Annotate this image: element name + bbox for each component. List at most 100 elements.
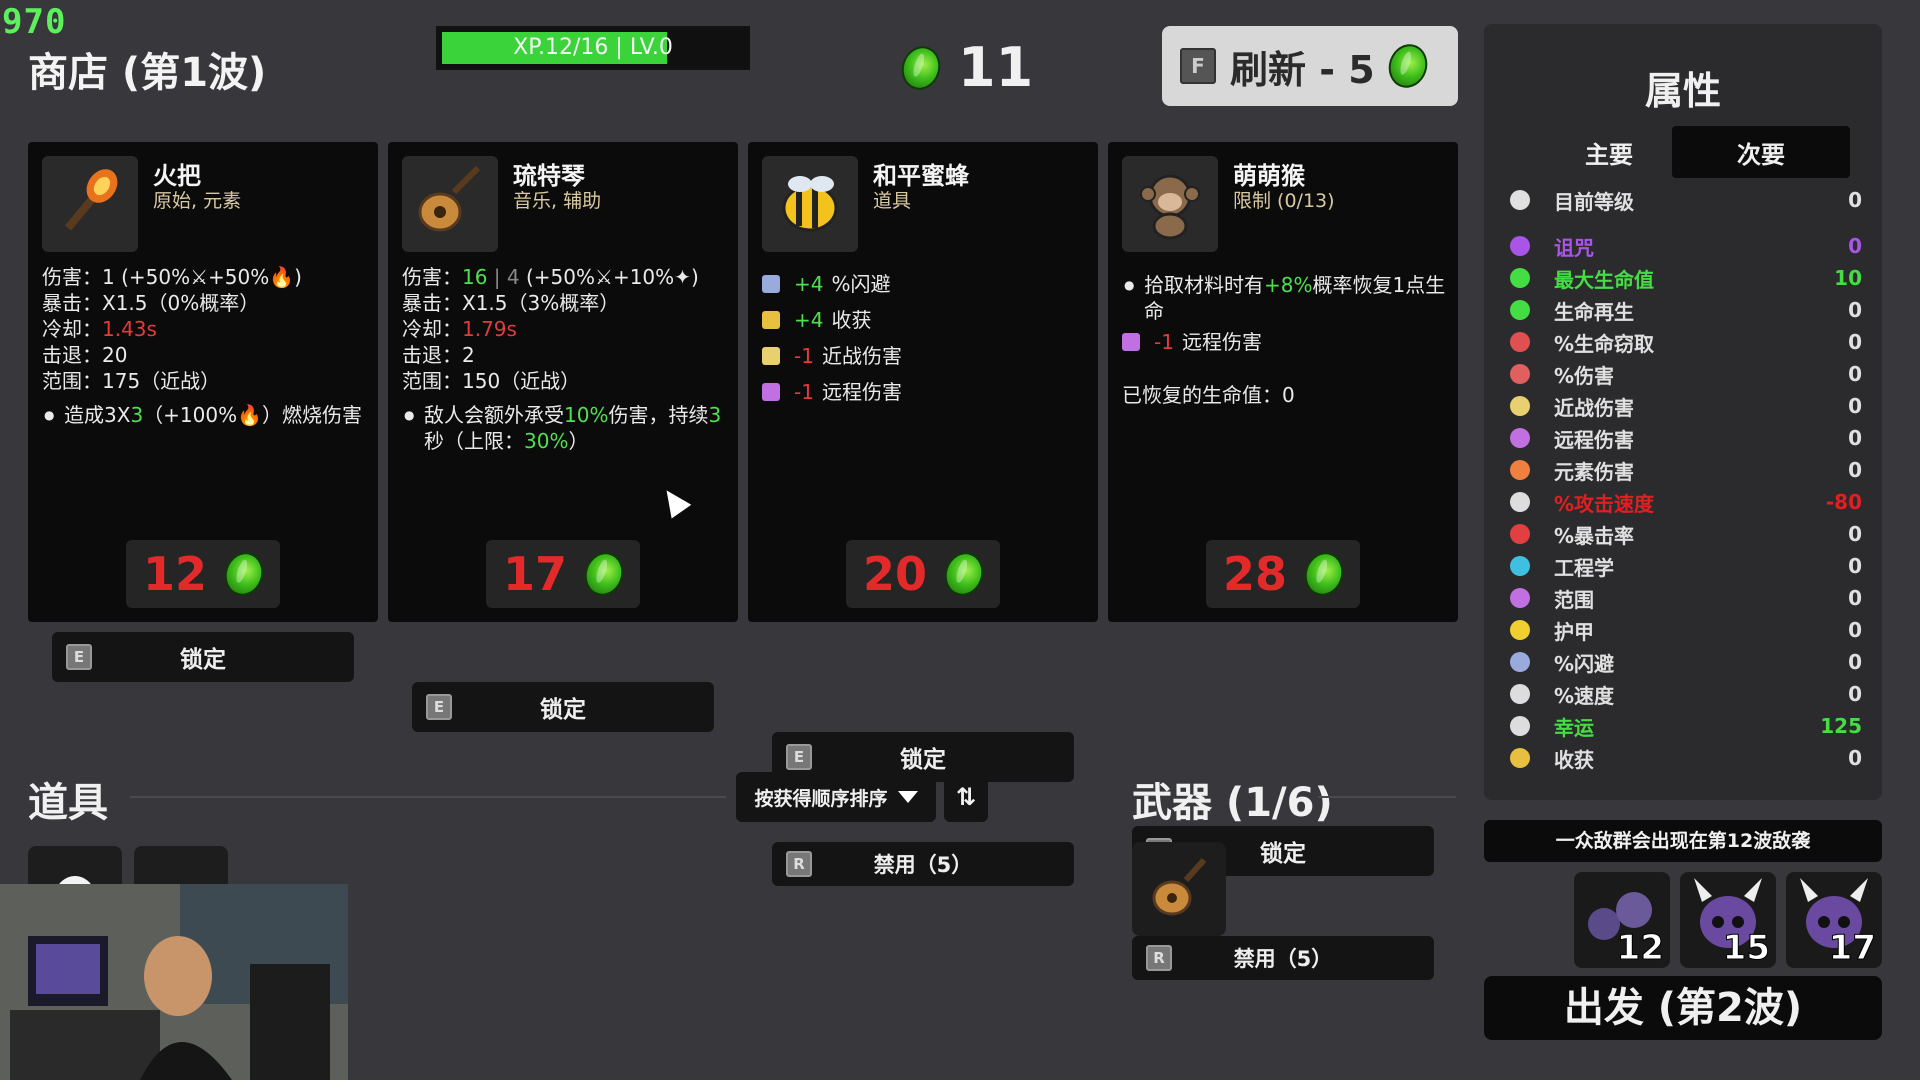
stat-key: 伤害： bbox=[42, 265, 102, 289]
lock-button[interactable]: E 锁定 bbox=[412, 682, 714, 732]
price-tag[interactable]: 28 bbox=[1206, 540, 1360, 608]
stat-label: 生命再生 bbox=[1554, 299, 1634, 324]
stat-label: %暴击率 bbox=[1554, 523, 1635, 548]
speed-icon bbox=[1506, 682, 1534, 706]
item-tags: 原始, 元素 bbox=[153, 190, 242, 212]
stat-row-17: 幸运 125 bbox=[1506, 710, 1862, 742]
text-segment: 造成3X bbox=[64, 403, 131, 427]
stat-label: 近战伤害 bbox=[1554, 395, 1634, 420]
price-value: 20 bbox=[862, 547, 927, 601]
weapon-slot[interactable] bbox=[1132, 842, 1226, 936]
stat-value: 10 bbox=[1834, 266, 1862, 290]
stat-label: %攻击速度 bbox=[1554, 491, 1655, 516]
sort-dropdown[interactable]: 按获得顺序排序 bbox=[736, 772, 936, 822]
engineering-icon bbox=[1506, 554, 1534, 578]
stat-key: 击退： bbox=[402, 343, 462, 367]
ban-button[interactable]: R 禁用（5） bbox=[772, 842, 1074, 886]
luck-icon bbox=[1506, 714, 1534, 738]
stat-value: 0 bbox=[1848, 234, 1862, 258]
harvest-icon bbox=[762, 311, 780, 329]
go-button[interactable]: 出发 (第2波) bbox=[1484, 976, 1882, 1040]
streamer-webcam-image bbox=[0, 884, 348, 1080]
text-segment: 2 bbox=[462, 343, 475, 367]
enemy-wave-number: 12 bbox=[1616, 928, 1664, 969]
lock-label: 锁定 bbox=[540, 697, 586, 723]
stat-value: 0 bbox=[1848, 362, 1862, 386]
stat-value: 125 bbox=[1820, 714, 1862, 738]
stat-key: 冷却： bbox=[42, 317, 102, 341]
stat-label: %速度 bbox=[1554, 683, 1615, 708]
text-segment: | bbox=[487, 265, 507, 289]
stat-value: 0 bbox=[1848, 458, 1862, 482]
ban-label: 禁用（5） bbox=[873, 853, 973, 877]
items-section-title: 道具 bbox=[28, 780, 108, 826]
stat-row-8: 远程伤害 0 bbox=[1506, 422, 1862, 454]
item-tags: 道具 bbox=[873, 190, 912, 212]
text-segment: ）燃烧伤害 bbox=[262, 403, 363, 427]
text-segment: 秒（上限： bbox=[424, 429, 524, 453]
sort-reverse-button[interactable]: ⇅ bbox=[944, 772, 988, 822]
stat-label: 收获 bbox=[1554, 747, 1594, 772]
stat-row-13: 范围 0 bbox=[1506, 582, 1862, 614]
lifesteal-icon bbox=[1506, 330, 1534, 354]
enemy-wave-number: 17 bbox=[1828, 928, 1876, 969]
stat-row-1: 目前等级 0 bbox=[1506, 184, 1862, 216]
price-tag[interactable]: 12 bbox=[126, 540, 280, 608]
stat-line: 伤害：16 | 4 (+50%⚔+10%✦) bbox=[402, 264, 726, 290]
text-segment: 3 bbox=[708, 403, 722, 427]
level-icon bbox=[1506, 188, 1534, 212]
material-icon bbox=[1382, 39, 1433, 93]
stat-line: 范围：150（近战） bbox=[402, 368, 726, 394]
stat-line: 范围：175（近战） bbox=[42, 368, 366, 394]
dodge-icon bbox=[1506, 650, 1534, 674]
melee-icon bbox=[1506, 394, 1534, 418]
shop-card: 萌萌猴限制 (0/13)拾取材料时有+8%概率恢复1点生命-1 远程伤害已恢复的… bbox=[1108, 142, 1458, 622]
lock-button[interactable]: E 锁定 bbox=[52, 632, 354, 682]
text-segment: 1.43s bbox=[102, 317, 157, 341]
text-segment: 10% bbox=[564, 403, 609, 427]
price-tag[interactable]: 17 bbox=[486, 540, 640, 608]
stat-value: 0 bbox=[1848, 426, 1862, 450]
text-segment: 150（近战） bbox=[462, 369, 581, 393]
tab-secondary[interactable]: 次要 bbox=[1672, 126, 1850, 178]
stats-title: 属性 bbox=[1644, 69, 1721, 113]
enemy-wave-preview: 17 bbox=[1786, 872, 1882, 969]
hourglass-icon bbox=[1506, 490, 1534, 514]
bee-icon bbox=[770, 162, 850, 246]
text-segment: 16 bbox=[462, 265, 488, 289]
ban-label: 禁用（5） bbox=[1233, 947, 1333, 971]
chevron-down-icon bbox=[897, 791, 918, 803]
item-icon-box bbox=[402, 156, 498, 252]
text-segment: 伤害，持续 bbox=[608, 403, 709, 427]
armor-icon bbox=[1506, 618, 1534, 642]
text-segment: 4 bbox=[506, 265, 520, 289]
weapons-divider bbox=[1318, 796, 1456, 798]
modifier-label: 近战伤害 bbox=[821, 344, 902, 368]
refresh-button[interactable]: F 刷新 - 5 bbox=[1162, 26, 1458, 106]
text-segment: ） bbox=[568, 429, 589, 453]
text-segment: 敌人会额外承受 bbox=[424, 403, 564, 427]
text-segment: 1 bbox=[102, 265, 115, 289]
modifier-value: +4 bbox=[794, 272, 824, 296]
stat-key: 伤害： bbox=[402, 265, 462, 289]
text-segment: 20 bbox=[102, 343, 128, 367]
item-tags: 音乐, 辅助 bbox=[513, 190, 602, 212]
ranged-icon bbox=[1506, 426, 1534, 450]
shop-card: 火把 原始, 元素 伤害：1 (+50%⚔+50%🔥) 暴击：X1.5（0%概率） 冷却… bbox=[28, 142, 378, 622]
stat-label: 诅咒 bbox=[1554, 235, 1594, 260]
stat-row-5: %生命窃取 0 bbox=[1506, 326, 1862, 358]
price-value: 12 bbox=[142, 547, 207, 601]
stat-key: 冷却： bbox=[402, 317, 462, 341]
price-tag[interactable]: 20 bbox=[846, 540, 1000, 608]
healed-counter: 已恢复的生命值：0 bbox=[1122, 383, 1295, 407]
material-icon bbox=[579, 547, 629, 601]
text-segment: ⚔ bbox=[595, 265, 613, 289]
material-icon bbox=[1299, 547, 1349, 601]
ban-key-hint: R bbox=[1146, 945, 1172, 971]
ban-button[interactable]: R 禁用（5） bbox=[1132, 936, 1434, 980]
stat-value: 0 bbox=[1848, 618, 1862, 642]
stat-value: 0 bbox=[1848, 746, 1862, 770]
refresh-label: 刷新 - 5 bbox=[1230, 47, 1375, 92]
lock-key-hint: E bbox=[426, 694, 452, 720]
stat-line: 击退：2 bbox=[402, 342, 726, 368]
